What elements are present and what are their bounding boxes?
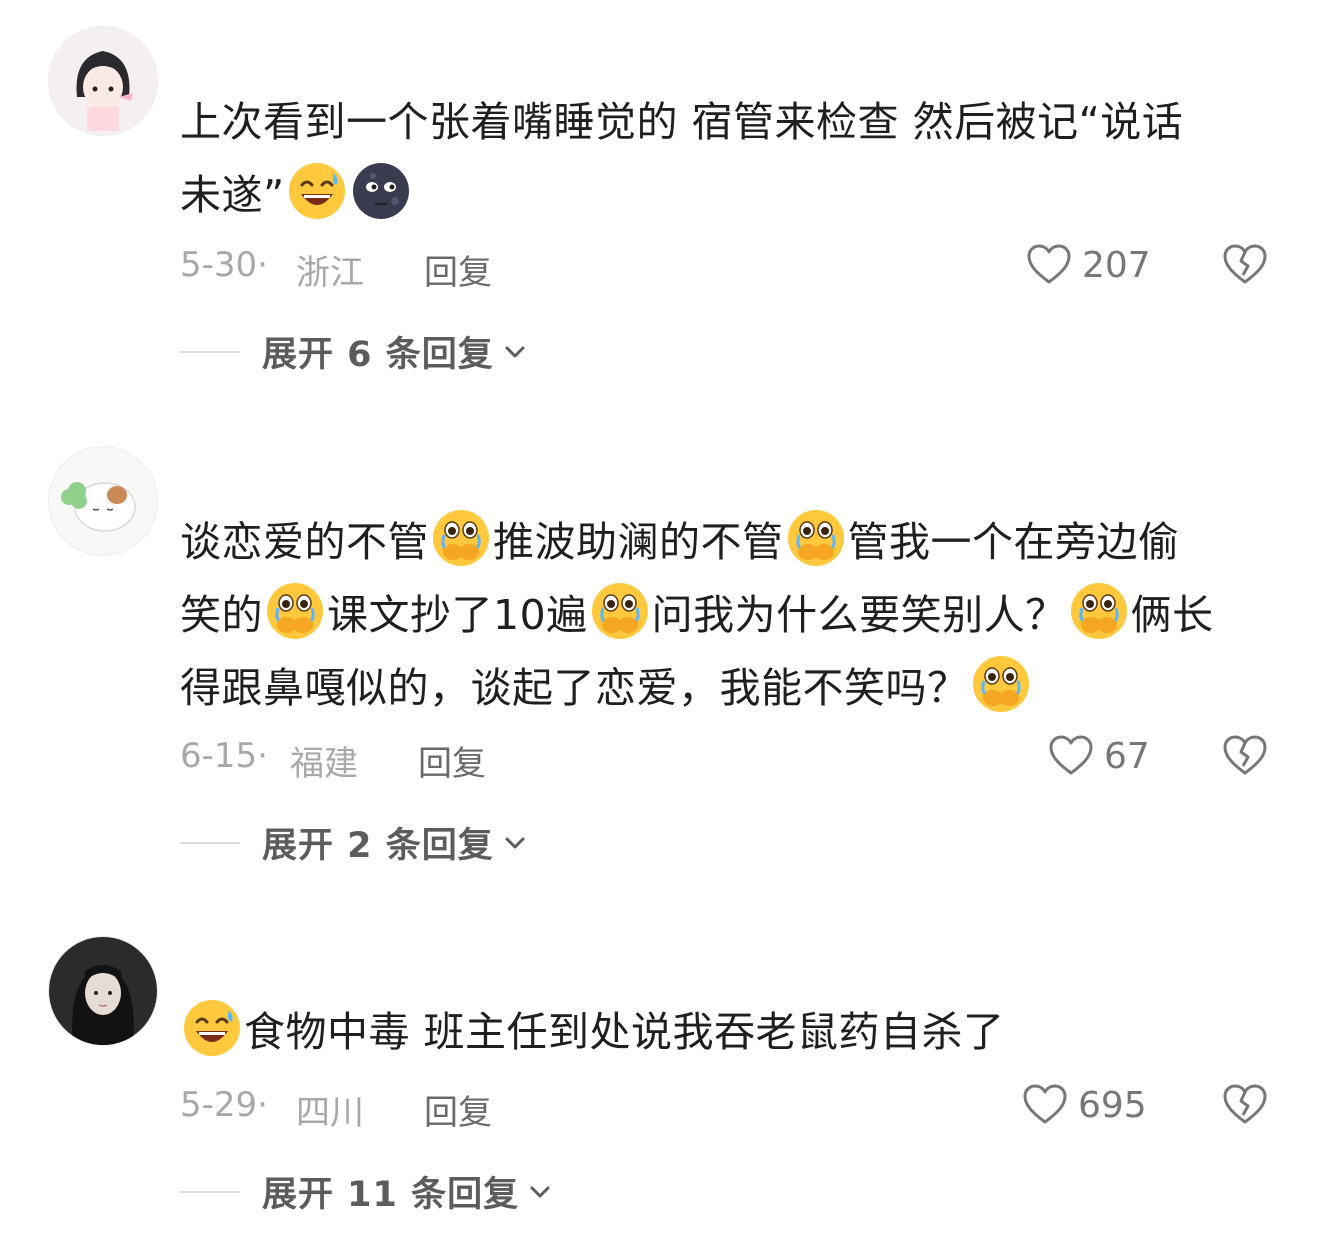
reply-button[interactable]: 回复	[424, 1085, 492, 1134]
comment-date: 5-29·	[180, 1085, 268, 1125]
comment-text-line: 未遂”	[180, 171, 285, 219]
divider-line	[180, 350, 240, 353]
divider-line	[180, 841, 240, 844]
broken-heart-icon	[1222, 1082, 1268, 1128]
comment-text-line: 谈恋爱的不管	[180, 518, 429, 566]
like-button[interactable]: 207	[1026, 242, 1151, 288]
comment-region: 浙江	[296, 253, 364, 293]
chevron-down-icon	[527, 1179, 553, 1205]
comment-date: 5-30·	[180, 245, 268, 285]
dislike-button[interactable]	[1222, 242, 1268, 288]
expand-replies-button[interactable]: 展开 6 条回复	[180, 326, 528, 377]
avatar[interactable]	[48, 446, 158, 556]
comment-date: 6-15·	[180, 736, 268, 776]
expand-replies-button[interactable]: 展开 2 条回复	[180, 817, 528, 868]
comment-text: 谈恋爱的不管 推波助澜的不管 管我一个在旁边偷 笑的 课文抄了10遍 问我为什么要笑别人…	[180, 506, 1275, 725]
new-moon-face-emoji-icon	[351, 161, 411, 221]
heart-outline-icon	[1048, 733, 1094, 779]
comment-text-line: 上次看到一个张着嘴睡觉的 宿管来检查 然后被记“说话	[180, 98, 1184, 146]
reply-button[interactable]: 回复	[418, 736, 486, 785]
heart-outline-icon	[1022, 1082, 1068, 1128]
comment-text: 上次看到一个张着嘴睡觉的 宿管来检查 然后被记“说话 未遂”	[180, 86, 1275, 232]
dislike-button[interactable]	[1222, 1082, 1268, 1128]
holding-back-tears-emoji-icon	[971, 654, 1031, 714]
like-count: 695	[1078, 1084, 1147, 1126]
grinning-sweat-emoji-icon	[287, 161, 347, 221]
expand-replies-label: 展开 6 条回复	[262, 335, 494, 375]
holding-back-tears-emoji-icon	[590, 581, 650, 641]
comment-text-line: 食物中毒 班主任到处说我吞老鼠药自杀了	[244, 1008, 1005, 1056]
expand-replies-label: 展开 2 条回复	[262, 826, 494, 866]
holding-back-tears-emoji-icon	[1069, 581, 1129, 641]
expand-replies-label: 展开 11 条回复	[262, 1175, 520, 1215]
dislike-button[interactable]	[1222, 733, 1268, 779]
comment-text-line: 管我一个在旁边偷	[847, 518, 1180, 566]
broken-heart-icon	[1222, 242, 1268, 288]
comment-text-line: 得跟鼻嘎似的，谈起了恋爱，我能不笑吗？	[180, 664, 969, 712]
avatar[interactable]	[48, 26, 158, 136]
divider-line	[180, 1190, 240, 1193]
like-count: 207	[1082, 244, 1151, 286]
avatar[interactable]	[48, 936, 158, 1046]
comment-text-line: 笑的	[180, 591, 263, 639]
chevron-down-icon	[502, 830, 528, 856]
comment-region: 福建	[290, 744, 358, 784]
comment-text-line: 课文抄了10遍	[327, 591, 588, 639]
comment-text-line: 俩长	[1130, 591, 1214, 639]
reply-button[interactable]: 回复	[424, 245, 492, 294]
heart-outline-icon	[1026, 242, 1072, 288]
comment-text-line: 问我为什么要笑别人？	[651, 591, 1067, 639]
grinning-sweat-emoji-icon	[182, 998, 242, 1058]
like-button[interactable]: 67	[1048, 733, 1150, 779]
like-count: 67	[1104, 735, 1150, 777]
comment-text: 食物中毒 班主任到处说我吞老鼠药自杀了	[180, 996, 1275, 1069]
comment-text-line: 推波助澜的不管	[493, 518, 784, 566]
expand-replies-button[interactable]: 展开 11 条回复	[180, 1166, 553, 1217]
broken-heart-icon	[1222, 733, 1268, 779]
holding-back-tears-emoji-icon	[431, 508, 491, 568]
holding-back-tears-emoji-icon	[786, 508, 846, 568]
holding-back-tears-emoji-icon	[265, 581, 325, 641]
like-button[interactable]: 695	[1022, 1082, 1147, 1128]
chevron-down-icon	[502, 339, 528, 365]
comment-region: 四川	[296, 1093, 364, 1133]
